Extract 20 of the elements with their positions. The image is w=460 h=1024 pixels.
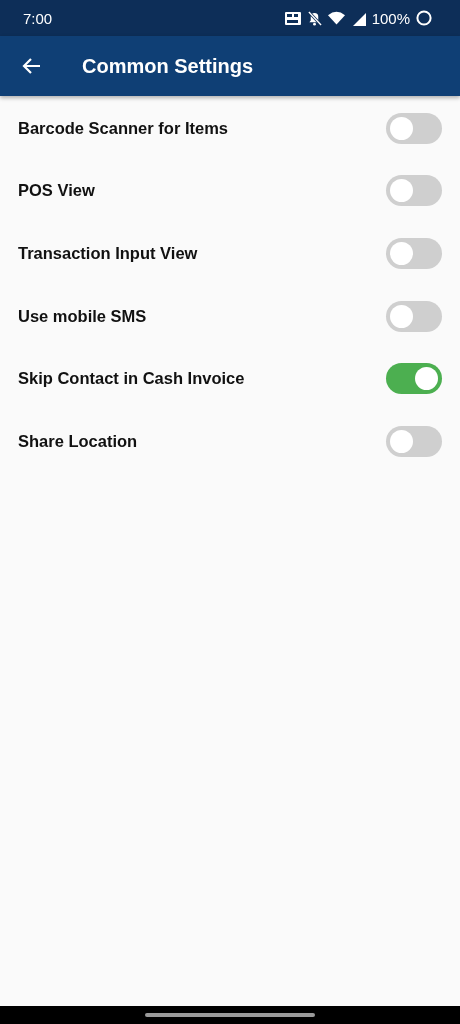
setting-label: Use mobile SMS: [18, 306, 148, 326]
muted-bell-icon: [306, 10, 322, 26]
wifi-icon: [327, 11, 345, 25]
toggle-switch[interactable]: [386, 363, 442, 395]
toggle-switch[interactable]: [386, 300, 442, 332]
setting-label: Transaction Input View: [18, 244, 199, 263]
toggle-switch[interactable]: [386, 425, 442, 457]
toggle-switch[interactable]: [386, 112, 442, 144]
setting-label: Share Location: [18, 431, 139, 451]
toggle-switch[interactable]: [386, 238, 442, 269]
screen-title: Common Settings: [82, 54, 254, 78]
setting-label: POS View: [18, 181, 96, 201]
battery-percent: 100%: [371, 9, 410, 27]
clock-time: 7:00: [23, 9, 53, 27]
back-arrow-icon: [22, 56, 42, 76]
home-handle[interactable]: [145, 1013, 315, 1017]
setting-label: Skip Contact in Cash Invoice: [18, 369, 246, 389]
toggle-switch[interactable]: [386, 175, 442, 207]
setting-label: Barcode Scanner for Items: [18, 118, 229, 138]
battery-ring-icon: [416, 10, 432, 26]
